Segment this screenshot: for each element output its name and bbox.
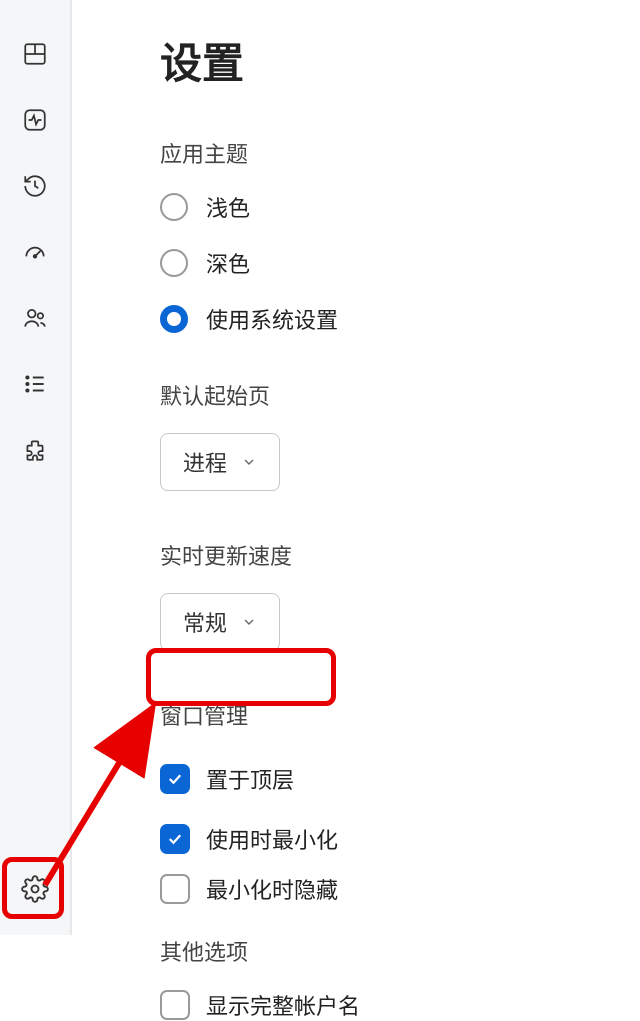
sidebar-item-users[interactable] <box>11 294 59 342</box>
sidebar-item-history[interactable] <box>11 162 59 210</box>
theme-radio-group: 浅色 深色 使用系统设置 <box>160 191 640 335</box>
puzzle-icon <box>22 437 48 463</box>
chevron-down-icon <box>241 454 257 470</box>
updatespeed-dropdown[interactable]: 常规 <box>160 593 280 651</box>
radio-theme-dark[interactable]: 深色 <box>160 247 640 279</box>
radio-label: 深色 <box>206 247 250 279</box>
check-minimize-on-use[interactable]: 使用时最小化 <box>160 823 640 855</box>
section-other-label: 其他选项 <box>160 935 640 967</box>
chevron-down-icon <box>241 614 257 630</box>
section-theme-label: 应用主题 <box>160 137 640 169</box>
gear-icon <box>21 875 49 903</box>
checkbox-icon <box>160 824 190 854</box>
check-label: 显示完整帐户名 <box>206 989 360 1021</box>
startpage-dropdown[interactable]: 进程 <box>160 433 280 491</box>
sidebar-item-services[interactable] <box>11 426 59 474</box>
section-windowmgmt-label: 窗口管理 <box>160 699 640 731</box>
check-show-full-account[interactable]: 显示完整帐户名 <box>160 989 640 1021</box>
check-hide-when-minimized[interactable]: 最小化时隐藏 <box>160 873 640 905</box>
checkbox-icon <box>160 764 190 794</box>
history-icon <box>22 173 48 199</box>
grid-icon <box>22 41 48 67</box>
pulse-icon <box>22 107 48 133</box>
check-label: 使用时最小化 <box>206 823 338 855</box>
dropdown-value: 进程 <box>183 446 227 478</box>
radio-theme-light[interactable]: 浅色 <box>160 191 640 223</box>
check-always-on-top[interactable]: 置于顶层 <box>160 753 640 805</box>
radio-label: 浅色 <box>206 191 250 223</box>
sidebar <box>0 0 72 935</box>
page-title: 设置 <box>160 30 640 91</box>
users-icon <box>22 305 48 331</box>
sidebar-item-processes[interactable] <box>11 30 59 78</box>
checkbox-icon <box>160 990 190 1020</box>
sidebar-item-performance[interactable] <box>11 96 59 144</box>
radio-icon <box>160 249 188 277</box>
check-label: 置于顶层 <box>206 763 294 795</box>
settings-panel: 设置 应用主题 浅色 深色 使用系统设置 默认起始页 进程 实时更新速度 常规 … <box>74 0 640 935</box>
other-group: 显示完整帐户名 <box>160 989 640 1021</box>
radio-icon <box>160 193 188 221</box>
radio-label: 使用系统设置 <box>206 303 338 335</box>
section-startpage-label: 默认起始页 <box>160 379 640 411</box>
radio-icon <box>160 305 188 333</box>
sidebar-item-startup[interactable] <box>11 228 59 276</box>
radio-theme-system[interactable]: 使用系统设置 <box>160 303 640 335</box>
sidebar-item-details[interactable] <box>11 360 59 408</box>
list-icon <box>22 371 48 397</box>
checkmark-icon <box>166 770 184 788</box>
section-updatespeed-label: 实时更新速度 <box>160 539 640 571</box>
check-label: 最小化时隐藏 <box>206 873 338 905</box>
windowmgmt-group: 置于顶层 使用时最小化 最小化时隐藏 <box>160 753 640 905</box>
checkmark-icon <box>166 830 184 848</box>
gauge-icon <box>22 239 48 265</box>
checkbox-icon <box>160 874 190 904</box>
dropdown-value: 常规 <box>183 606 227 638</box>
sidebar-item-settings[interactable] <box>11 865 59 913</box>
